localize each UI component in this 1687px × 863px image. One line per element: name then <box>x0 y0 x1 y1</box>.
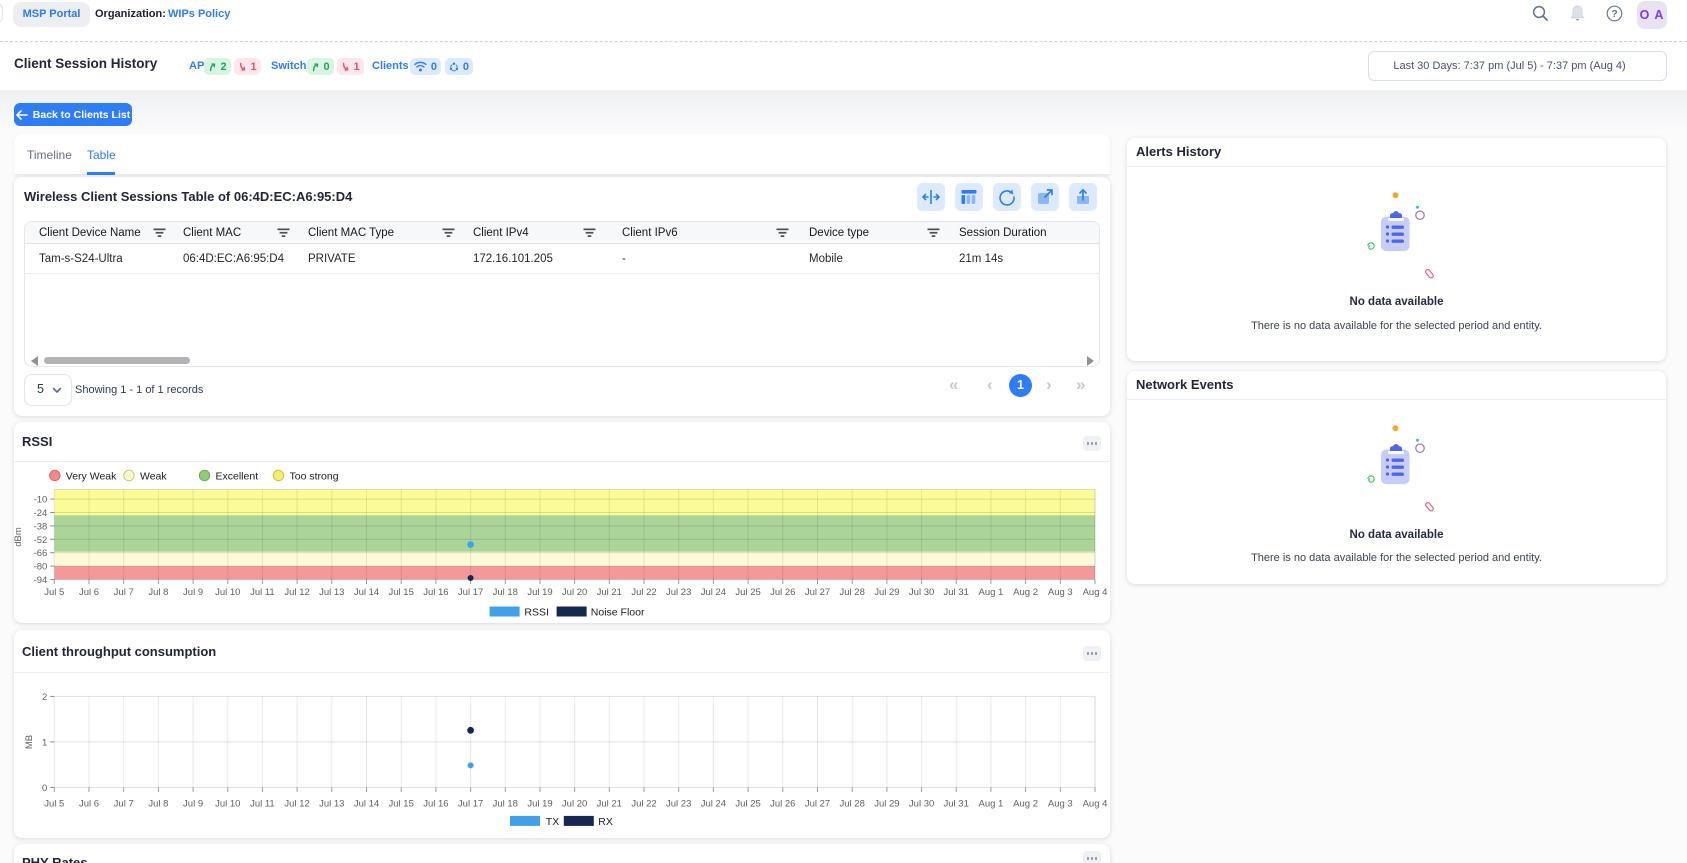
svg-text:Jul 23: Jul 23 <box>666 799 691 810</box>
svg-text:Jul 22: Jul 22 <box>631 587 656 598</box>
svg-text:Aug 3: Aug 3 <box>1048 799 1073 810</box>
svg-text:Jul 14: Jul 14 <box>354 799 379 810</box>
svg-text:Aug 3: Aug 3 <box>1048 587 1073 598</box>
svg-text:Jul 17: Jul 17 <box>458 799 483 810</box>
svg-text:-10: -10 <box>34 495 48 506</box>
svg-text:Jul 9: Jul 9 <box>183 799 203 810</box>
svg-text:Jul 21: Jul 21 <box>597 587 622 598</box>
svg-text:Very Weak: Very Weak <box>66 471 117 483</box>
svg-text:dBm: dBm <box>14 527 24 547</box>
svg-text:Jul 29: Jul 29 <box>874 799 899 810</box>
svg-text:Too strong: Too strong <box>290 471 339 483</box>
svg-text:Jul 19: Jul 19 <box>527 587 552 598</box>
svg-text:Jul 30: Jul 30 <box>909 587 934 598</box>
svg-text:Jul 22: Jul 22 <box>631 799 656 810</box>
svg-text:Aug 1: Aug 1 <box>978 799 1003 810</box>
svg-text:Aug 4: Aug 4 <box>1083 587 1108 598</box>
svg-text:Jul 14: Jul 14 <box>354 587 379 598</box>
svg-text:Jul 19: Jul 19 <box>527 799 552 810</box>
svg-text:Aug 2: Aug 2 <box>1013 799 1038 810</box>
svg-text:Jul 12: Jul 12 <box>284 799 309 810</box>
svg-text:Jul 16: Jul 16 <box>423 587 448 598</box>
svg-text:Jul 6: Jul 6 <box>79 799 99 810</box>
svg-text:-52: -52 <box>34 535 48 546</box>
svg-text:TX: TX <box>546 816 559 828</box>
svg-text:Jul 30: Jul 30 <box>909 799 934 810</box>
svg-text:MB: MB <box>24 735 35 749</box>
svg-text:Weak: Weak <box>140 471 167 483</box>
svg-text:Jul 18: Jul 18 <box>493 587 518 598</box>
svg-text:Jul 20: Jul 20 <box>562 799 587 810</box>
svg-text:Jul 29: Jul 29 <box>874 587 899 598</box>
svg-text:Jul 26: Jul 26 <box>770 799 795 810</box>
svg-text:Jul 8: Jul 8 <box>148 799 168 810</box>
svg-text:Jul 7: Jul 7 <box>114 799 134 810</box>
svg-text:Jul 18: Jul 18 <box>493 799 518 810</box>
svg-text:Jul 10: Jul 10 <box>215 799 240 810</box>
svg-text:Jul 17: Jul 17 <box>458 587 483 598</box>
svg-text:-38: -38 <box>34 521 48 532</box>
svg-text:Jul 13: Jul 13 <box>319 799 344 810</box>
svg-text:-66: -66 <box>34 548 48 559</box>
svg-text:Jul 15: Jul 15 <box>389 799 414 810</box>
svg-text:Jul 16: Jul 16 <box>423 799 448 810</box>
svg-text:Excellent: Excellent <box>216 471 259 483</box>
svg-text:Jul 5: Jul 5 <box>44 587 64 598</box>
svg-text:Jul 8: Jul 8 <box>148 587 168 598</box>
svg-text:Aug 1: Aug 1 <box>978 587 1003 598</box>
svg-text:Jul 10: Jul 10 <box>215 587 240 598</box>
svg-text:Jul 23: Jul 23 <box>666 587 691 598</box>
svg-text:Jul 20: Jul 20 <box>562 587 587 598</box>
svg-text:1: 1 <box>42 737 47 748</box>
svg-text:Jul 26: Jul 26 <box>770 587 795 598</box>
svg-text:Jul 11: Jul 11 <box>250 799 275 810</box>
svg-text:RSSI: RSSI <box>524 607 549 619</box>
svg-text:Jul 24: Jul 24 <box>701 587 726 598</box>
svg-text:-94: -94 <box>34 575 48 586</box>
svg-text:Jul 31: Jul 31 <box>944 799 969 810</box>
svg-text:?: ? <box>1611 9 1617 20</box>
svg-text:Aug 4: Aug 4 <box>1083 799 1108 810</box>
svg-text:Jul 6: Jul 6 <box>79 587 99 598</box>
svg-text:Jul 25: Jul 25 <box>735 587 760 598</box>
svg-text:Jul 15: Jul 15 <box>389 587 414 598</box>
svg-text:Jul 11: Jul 11 <box>250 587 275 598</box>
svg-text:2: 2 <box>42 692 47 703</box>
svg-text:Jul 31: Jul 31 <box>944 587 969 598</box>
svg-text:Jul 5: Jul 5 <box>44 799 64 810</box>
svg-text:-24: -24 <box>34 508 48 519</box>
svg-text:Jul 9: Jul 9 <box>183 587 203 598</box>
svg-text:Jul 21: Jul 21 <box>597 799 622 810</box>
svg-text:-80: -80 <box>34 562 48 573</box>
svg-text:Jul 28: Jul 28 <box>840 799 865 810</box>
svg-text:0: 0 <box>42 783 47 794</box>
svg-text:Jul 25: Jul 25 <box>735 799 760 810</box>
svg-text:Jul 24: Jul 24 <box>701 799 726 810</box>
svg-text:Jul 28: Jul 28 <box>840 587 865 598</box>
svg-text:Jul 27: Jul 27 <box>805 799 830 810</box>
svg-text:Noise Floor: Noise Floor <box>591 607 645 619</box>
svg-text:Jul 13: Jul 13 <box>319 587 344 598</box>
svg-text:Jul 27: Jul 27 <box>805 587 830 598</box>
svg-text:Jul 12: Jul 12 <box>284 587 309 598</box>
svg-text:RX: RX <box>598 816 613 828</box>
svg-text:Aug 2: Aug 2 <box>1013 587 1038 598</box>
svg-text:Jul 7: Jul 7 <box>114 587 134 598</box>
